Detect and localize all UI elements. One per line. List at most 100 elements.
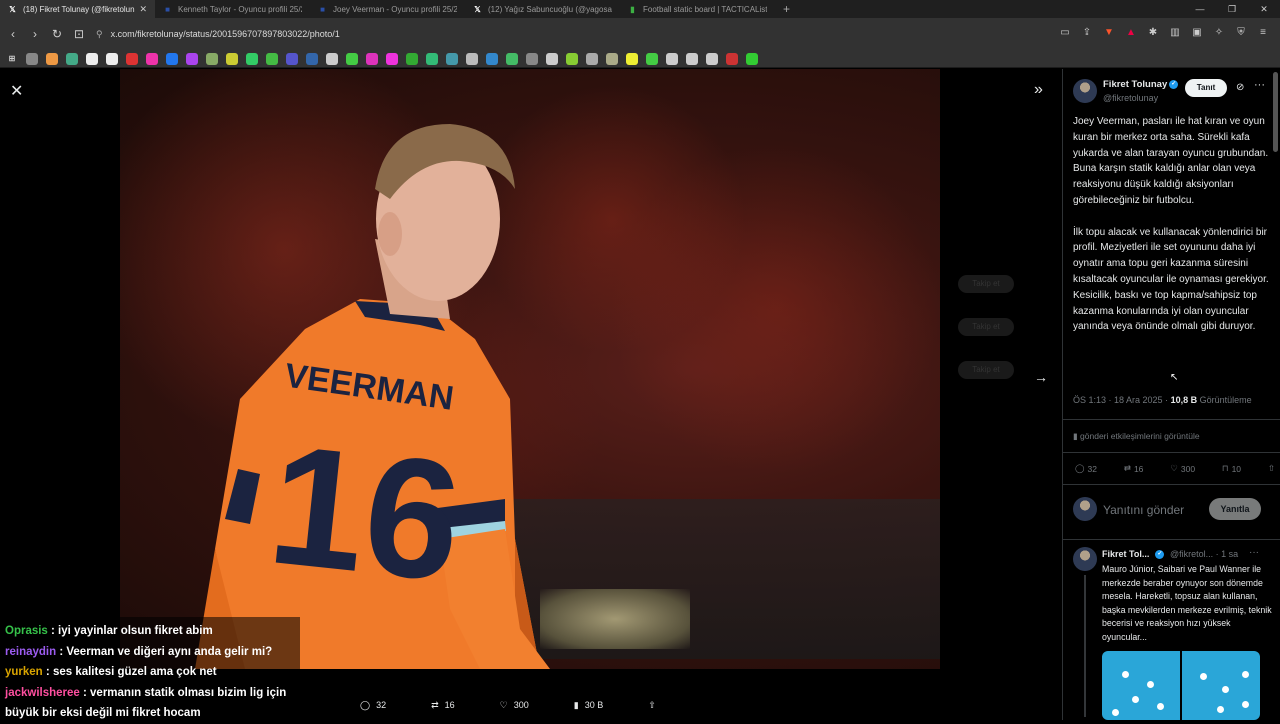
reply-input[interactable]: Yanıtını gönder (1103, 503, 1184, 517)
reply-button[interactable]: ◯ 32 (1075, 463, 1097, 474)
brave-shield-icon[interactable]: ▼ (1102, 26, 1116, 40)
bookmark-favicon-icon[interactable] (466, 52, 478, 65)
bookmark-favicon-icon[interactable] (366, 52, 378, 65)
bookmark-favicon-icon[interactable] (306, 52, 318, 65)
share-button[interactable]: ⇧ (1268, 463, 1275, 474)
extensions-icon[interactable]: ✱ (1146, 26, 1160, 40)
bookmark-favicon-icon[interactable] (126, 52, 138, 65)
next-photo-icon[interactable]: → (1034, 369, 1048, 385)
bookmark-favicon-icon[interactable] (386, 52, 398, 65)
bookmark-favicon-icon[interactable] (746, 52, 758, 65)
bookmark-favicon-icon[interactable] (206, 52, 218, 65)
forward-icon[interactable]: › (26, 27, 44, 41)
post-time[interactable]: ÖS 1:13 · 18 Ara 2025 · (1073, 395, 1171, 405)
bookmark-favicon-icon[interactable] (586, 52, 598, 65)
new-tab-button[interactable]: + (775, 2, 798, 16)
heart-icon: ♡ (1170, 463, 1178, 473)
more-icon[interactable]: ··· (1254, 79, 1265, 91)
bookmark-favicon-icon[interactable] (66, 52, 78, 65)
avatar[interactable] (1073, 79, 1097, 103)
browser-tab[interactable]: 𝕏 (18) Fikret Tolunay (@fikretolunay ✕ (0, 0, 155, 18)
bookmark-favicon-icon[interactable] (426, 52, 438, 65)
chat-text: : iyi yayinlar olsun fikret abim (47, 625, 213, 637)
bookmark-favicon-icon[interactable] (566, 52, 578, 65)
close-window-icon[interactable]: ✕ (1248, 0, 1280, 18)
bookmark-favicon-icon[interactable] (726, 52, 738, 65)
post-photo[interactable]: VEERMAN 16 (120, 69, 940, 669)
menu-icon[interactable]: ≡ (1256, 26, 1270, 40)
bookmark-favicon-icon[interactable] (166, 52, 178, 65)
like-action[interactable]: ♡ 300 (500, 700, 529, 711)
sidebar-icon[interactable]: ▥ (1168, 26, 1182, 40)
bookmark-favicon-icon[interactable] (146, 52, 158, 65)
bookmark-favicon-icon[interactable] (106, 52, 118, 65)
maximize-icon[interactable]: ❐ (1216, 0, 1248, 18)
author-name[interactable]: Fikret Tolunay ✓ (1103, 79, 1179, 90)
like-button[interactable]: ♡ 300 (1170, 463, 1195, 474)
share-icon[interactable]: ⇪ (1080, 26, 1094, 40)
post-text: Joey Veerman, pasları ile hat kıran ve o… (1073, 116, 1269, 333)
back-icon[interactable]: ‹ (4, 27, 22, 41)
cast-icon[interactable]: ▭ (1058, 26, 1072, 40)
bookmark-favicon-icon[interactable] (526, 52, 538, 65)
follow-button[interactable]: Tanıt (1185, 79, 1227, 97)
url-field[interactable]: ⚲ x.com/fikretolunay/status/200159670789… (88, 24, 1038, 44)
grok-icon[interactable]: ⊘ (1236, 82, 1244, 93)
rewards-icon[interactable]: ▲ (1124, 26, 1138, 40)
repost-action[interactable]: ⇄ 16 (431, 700, 455, 711)
collapse-panel-icon[interactable]: » (1034, 81, 1043, 99)
verified-badge-icon: ✓ (1169, 79, 1179, 89)
bookmark-favicon-icon[interactable] (626, 52, 638, 65)
reply-author-name[interactable]: Fikret Tol... ✓ (1102, 549, 1165, 560)
bookmark-favicon-icon[interactable] (86, 52, 98, 65)
bookmark-favicon-icon[interactable] (286, 52, 298, 65)
bookmark-favicon-icon[interactable] (46, 52, 58, 65)
bookmark-favicon-icon[interactable] (706, 52, 718, 65)
bookmark-favicon-icon[interactable] (506, 52, 518, 65)
wallet-icon[interactable]: ▣ (1190, 26, 1204, 40)
reply-author-handle[interactable]: @fikretol... · 1 sa (1170, 549, 1238, 559)
share-icon: ⇧ (1267, 463, 1275, 473)
scrollbar[interactable] (1273, 72, 1278, 152)
vpn-icon[interactable]: ⛨ (1234, 26, 1248, 40)
chat-username: reinaydin (5, 645, 57, 658)
browser-tab[interactable]: ■ Kenneth Taylor - Oyuncu profili 25/26 (155, 0, 310, 18)
avatar[interactable] (1073, 547, 1097, 571)
reload-icon[interactable]: ↻ (48, 27, 66, 41)
bookmark-favicon-icon[interactable] (446, 52, 458, 65)
reply-submit-button[interactable]: Yanıtla (1209, 498, 1261, 520)
bookmark-favicon-icon[interactable] (606, 52, 618, 65)
bookmark-favicon-icon[interactable] (686, 52, 698, 65)
bookmark-favicon-icon[interactable] (26, 52, 38, 65)
bookmark-favicon-icon[interactable] (346, 52, 358, 65)
bookmark-favicon-icon[interactable] (226, 52, 238, 65)
author-handle[interactable]: @fikretolunay (1103, 93, 1158, 103)
close-viewer-icon[interactable]: ✕ (10, 81, 23, 101)
bookmark-favicon-icon[interactable] (546, 52, 558, 65)
repost-button[interactable]: ⇄ 16 (1124, 463, 1144, 474)
browser-tab[interactable]: 𝕏 (12) Yağız Sabuncuoğlu (@yagosabu (465, 0, 620, 18)
reply-action[interactable]: ◯ 32 (360, 700, 386, 711)
more-icon[interactable]: ··· (1249, 547, 1259, 558)
bookmark-favicon-icon[interactable] (666, 52, 678, 65)
bookmark-favicon-icon[interactable] (186, 52, 198, 65)
reply-media[interactable] (1102, 651, 1260, 720)
minimize-icon[interactable]: — (1184, 0, 1216, 18)
site-info-icon[interactable]: ⚲ (96, 29, 103, 40)
bookmark-favicon-icon[interactable] (406, 52, 418, 65)
view-engagements-link[interactable]: ▮ gönderi etkileşimlerini görüntüle (1073, 431, 1200, 442)
views-action[interactable]: ▮ 30 B (574, 700, 603, 711)
close-tab-icon[interactable]: ✕ (139, 4, 147, 15)
leo-icon[interactable]: ✧ (1212, 26, 1226, 40)
bookmark-favicon-icon[interactable] (486, 52, 498, 65)
share-action[interactable]: ⇧ (648, 700, 656, 711)
bookmark-favicon-icon[interactable] (246, 52, 258, 65)
bookmark-favicon-icon[interactable] (646, 52, 658, 65)
bookmark-button[interactable]: ⊓ 10 (1222, 463, 1241, 474)
bookmark-favicon-icon[interactable] (326, 52, 338, 65)
bookmark-icon[interactable]: ⊡ (70, 27, 88, 41)
browser-tab[interactable]: ■ Joey Veerman - Oyuncu profili 25/26 (310, 0, 465, 18)
apps-icon[interactable]: ⊞ (6, 53, 18, 65)
browser-tab[interactable]: ▮ Football static board | TACTICAList (620, 0, 775, 18)
bookmark-favicon-icon[interactable] (266, 52, 278, 65)
